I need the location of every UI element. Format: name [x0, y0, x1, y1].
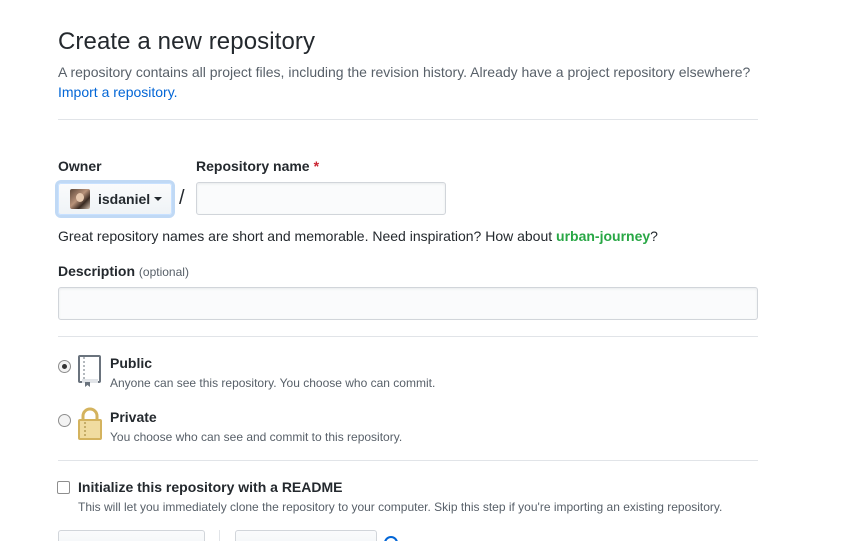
add-gitignore-button[interactable]: [58, 530, 205, 541]
name-hint: Great repository names are short and mem…: [58, 228, 658, 244]
required-asterisk: *: [313, 158, 320, 174]
caret-down-icon: [154, 197, 163, 201]
import-repository-link[interactable]: Import a repository.: [58, 84, 178, 100]
avatar: [70, 189, 90, 209]
create-repo-page: Create a new repository A repository con…: [0, 0, 843, 541]
owner-label: Owner: [58, 158, 102, 174]
repository-name-label: Repository name *: [196, 158, 319, 174]
info-icon[interactable]: [384, 536, 398, 541]
optional-tag: (optional): [138, 265, 189, 279]
divider: [219, 530, 220, 541]
hint-text: Great repository names are short and mem…: [58, 228, 557, 244]
name-suggestion-link[interactable]: urban-journey: [556, 228, 650, 244]
subtitle-text: A repository contains all project files,…: [58, 64, 751, 80]
private-radio[interactable]: [58, 414, 71, 427]
book-icon: [77, 354, 103, 393]
public-title: Public: [110, 355, 153, 371]
owner-repo-separator: /: [179, 187, 185, 209]
divider: [58, 119, 758, 120]
description-label-text: Description: [58, 263, 136, 279]
public-radio[interactable]: [58, 360, 71, 373]
owner-dropdown[interactable]: isdaniel: [58, 183, 172, 215]
divider: [58, 336, 758, 337]
public-description: Anyone can see this repository. You choo…: [110, 376, 436, 390]
private-title: Private: [110, 409, 157, 425]
divider: [58, 460, 758, 461]
repository-name-input[interactable]: [196, 182, 446, 215]
lock-icon: [77, 407, 103, 446]
hint-suffix: ?: [650, 228, 658, 244]
readme-checkbox[interactable]: [57, 481, 70, 494]
add-license-button[interactable]: [235, 530, 377, 541]
page-subtitle: A repository contains all project files,…: [58, 62, 778, 102]
page-title: Create a new repository: [58, 28, 316, 55]
repository-name-label-text: Repository name: [196, 158, 310, 174]
owner-name: isdaniel: [98, 191, 151, 207]
readme-description: This will let you immediately clone the …: [78, 500, 723, 514]
description-label: Description (optional): [58, 263, 189, 279]
readme-label[interactable]: Initialize this repository with a README: [78, 479, 342, 495]
private-description: You choose who can see and commit to thi…: [110, 430, 403, 444]
description-input[interactable]: [58, 287, 758, 320]
